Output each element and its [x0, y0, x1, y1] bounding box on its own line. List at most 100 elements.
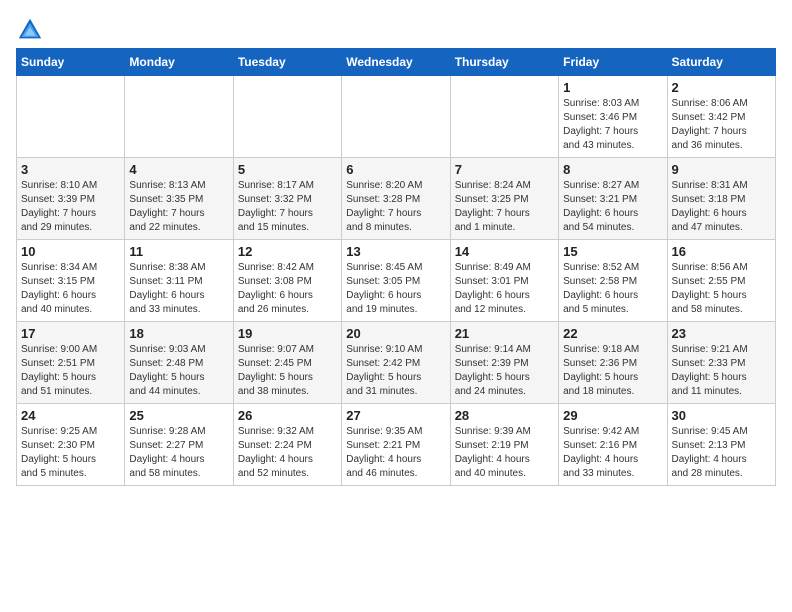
day-info: Sunrise: 9:00 AM Sunset: 2:51 PM Dayligh…: [21, 343, 120, 399]
day-info: Sunrise: 9:25 AM Sunset: 2:30 PM Dayligh…: [21, 425, 120, 481]
day-info: Sunrise: 8:52 AM Sunset: 2:58 PM Dayligh…: [563, 261, 662, 317]
day-number: 7: [455, 162, 554, 177]
day-info: Sunrise: 8:45 AM Sunset: 3:05 PM Dayligh…: [346, 261, 445, 317]
day-number: 29: [563, 408, 662, 423]
day-number: 16: [672, 244, 771, 259]
calendar-cell: [125, 76, 233, 158]
day-number: 8: [563, 162, 662, 177]
header-day-monday: Monday: [125, 49, 233, 76]
header-day-sunday: Sunday: [17, 49, 125, 76]
calendar-cell: [450, 76, 558, 158]
calendar-cell: 14 Sunrise: 8:49 AM Sunset: 3:01 PM Dayli…: [450, 240, 558, 322]
calendar-cell: 22Sunrise: 9:18 AM Sunset: 2:36 PM Dayli…: [559, 322, 667, 404]
day-number: 21: [455, 326, 554, 341]
day-number: 14: [455, 244, 554, 259]
calendar-cell: 20 Sunrise: 9:10 AM Sunset: 2:42 PM Dayli…: [342, 322, 450, 404]
day-info: Sunrise: 9:18 AM Sunset: 2:36 PM Dayligh…: [563, 343, 662, 399]
day-info: Sunrise: 8:34 AM Sunset: 3:15 PM Dayligh…: [21, 261, 120, 317]
day-info: Sunrise: 8:10 AM Sunset: 3:39 PM Dayligh…: [21, 179, 120, 235]
calendar-week-1: 3 Sunrise: 8:10 AM Sunset: 3:39 PM Daylig…: [17, 158, 776, 240]
day-info: Sunrise: 8:13 AM Sunset: 3:35 PM Dayligh…: [129, 179, 228, 235]
day-number: 17: [21, 326, 120, 341]
day-number: 26: [238, 408, 337, 423]
header-day-friday: Friday: [559, 49, 667, 76]
day-number: 2: [672, 80, 771, 95]
calendar-cell: 13Sunrise: 8:45 AM Sunset: 3:05 PM Dayli…: [342, 240, 450, 322]
calendar-header-row: SundayMondayTuesdayWednesdayThursdayFrid…: [17, 49, 776, 76]
day-info: Sunrise: 9:03 AM Sunset: 2:48 PM Dayligh…: [129, 343, 228, 399]
day-info: Sunrise: 9:14 AM Sunset: 2:39 PM Dayligh…: [455, 343, 554, 399]
calendar-cell: [342, 76, 450, 158]
day-number: 25: [129, 408, 228, 423]
day-number: 9: [672, 162, 771, 177]
calendar-cell: 29 Sunrise: 9:42 AM Sunset: 2:16 PM Dayli…: [559, 404, 667, 486]
day-info: Sunrise: 8:42 AM Sunset: 3:08 PM Dayligh…: [238, 261, 337, 317]
calendar-cell: 26 Sunrise: 9:32 AM Sunset: 2:24 PM Dayli…: [233, 404, 341, 486]
calendar-table: SundayMondayTuesdayWednesdayThursdayFrid…: [16, 48, 776, 486]
day-number: 11: [129, 244, 228, 259]
page-container: SundayMondayTuesdayWednesdayThursdayFrid…: [0, 0, 792, 496]
calendar-cell: 10 Sunrise: 8:34 AM Sunset: 3:15 PM Dayli…: [17, 240, 125, 322]
calendar-cell: 27 Sunrise: 9:35 AM Sunset: 2:21 PM Dayli…: [342, 404, 450, 486]
calendar-cell: 7 Sunrise: 8:24 AM Sunset: 3:25 PM Daylig…: [450, 158, 558, 240]
calendar-cell: 11Sunrise: 8:38 AM Sunset: 3:11 PM Dayli…: [125, 240, 233, 322]
calendar-cell: 24 Sunrise: 9:25 AM Sunset: 2:30 PM Dayli…: [17, 404, 125, 486]
calendar-cell: 9 Sunrise: 8:31 AM Sunset: 3:18 PM Daylig…: [667, 158, 775, 240]
day-number: 18: [129, 326, 228, 341]
day-info: Sunrise: 9:21 AM Sunset: 2:33 PM Dayligh…: [672, 343, 771, 399]
day-number: 3: [21, 162, 120, 177]
calendar-cell: 28Sunrise: 9:39 AM Sunset: 2:19 PM Dayli…: [450, 404, 558, 486]
day-number: 30: [672, 408, 771, 423]
day-number: 6: [346, 162, 445, 177]
calendar-cell: 3 Sunrise: 8:10 AM Sunset: 3:39 PM Daylig…: [17, 158, 125, 240]
header-day-saturday: Saturday: [667, 49, 775, 76]
calendar-cell: 30 Sunrise: 9:45 AM Sunset: 2:13 PM Dayli…: [667, 404, 775, 486]
day-number: 5: [238, 162, 337, 177]
header-day-thursday: Thursday: [450, 49, 558, 76]
logo-icon: [16, 16, 44, 44]
day-number: 23: [672, 326, 771, 341]
day-info: Sunrise: 9:45 AM Sunset: 2:13 PM Dayligh…: [672, 425, 771, 481]
day-number: 27: [346, 408, 445, 423]
day-info: Sunrise: 9:35 AM Sunset: 2:21 PM Dayligh…: [346, 425, 445, 481]
calendar-cell: 25 Sunrise: 9:28 AM Sunset: 2:27 PM Dayli…: [125, 404, 233, 486]
header: [16, 16, 776, 44]
day-number: 20: [346, 326, 445, 341]
day-info: Sunrise: 9:07 AM Sunset: 2:45 PM Dayligh…: [238, 343, 337, 399]
day-info: Sunrise: 8:24 AM Sunset: 3:25 PM Dayligh…: [455, 179, 554, 235]
day-number: 4: [129, 162, 228, 177]
calendar-cell: [17, 76, 125, 158]
day-info: Sunrise: 8:06 AM Sunset: 3:42 PM Dayligh…: [672, 97, 771, 153]
calendar-cell: 23 Sunrise: 9:21 AM Sunset: 2:33 PM Dayli…: [667, 322, 775, 404]
day-info: Sunrise: 9:42 AM Sunset: 2:16 PM Dayligh…: [563, 425, 662, 481]
calendar-cell: [233, 76, 341, 158]
calendar-week-4: 24 Sunrise: 9:25 AM Sunset: 2:30 PM Dayli…: [17, 404, 776, 486]
day-info: Sunrise: 9:28 AM Sunset: 2:27 PM Dayligh…: [129, 425, 228, 481]
calendar-cell: 21 Sunrise: 9:14 AM Sunset: 2:39 PM Dayli…: [450, 322, 558, 404]
calendar-cell: 17 Sunrise: 9:00 AM Sunset: 2:51 PM Dayli…: [17, 322, 125, 404]
calendar-cell: 4 Sunrise: 8:13 AM Sunset: 3:35 PM Daylig…: [125, 158, 233, 240]
day-number: 24: [21, 408, 120, 423]
calendar-cell: 1 Sunrise: 8:03 AM Sunset: 3:46 PM Daylig…: [559, 76, 667, 158]
calendar-cell: 6 Sunrise: 8:20 AM Sunset: 3:28 PM Daylig…: [342, 158, 450, 240]
day-info: Sunrise: 8:17 AM Sunset: 3:32 PM Dayligh…: [238, 179, 337, 235]
calendar-cell: 5 Sunrise: 8:17 AM Sunset: 3:32 PM Daylig…: [233, 158, 341, 240]
day-number: 1: [563, 80, 662, 95]
calendar-week-2: 10 Sunrise: 8:34 AM Sunset: 3:15 PM Dayli…: [17, 240, 776, 322]
day-info: Sunrise: 8:03 AM Sunset: 3:46 PM Dayligh…: [563, 97, 662, 153]
calendar-week-0: 1 Sunrise: 8:03 AM Sunset: 3:46 PM Daylig…: [17, 76, 776, 158]
day-info: Sunrise: 9:10 AM Sunset: 2:42 PM Dayligh…: [346, 343, 445, 399]
day-number: 15: [563, 244, 662, 259]
day-info: Sunrise: 8:31 AM Sunset: 3:18 PM Dayligh…: [672, 179, 771, 235]
calendar-cell: 16Sunrise: 8:56 AM Sunset: 2:55 PM Dayli…: [667, 240, 775, 322]
day-info: Sunrise: 9:39 AM Sunset: 2:19 PM Dayligh…: [455, 425, 554, 481]
day-number: 19: [238, 326, 337, 341]
day-info: Sunrise: 8:20 AM Sunset: 3:28 PM Dayligh…: [346, 179, 445, 235]
calendar-week-3: 17 Sunrise: 9:00 AM Sunset: 2:51 PM Dayli…: [17, 322, 776, 404]
day-number: 10: [21, 244, 120, 259]
day-info: Sunrise: 8:27 AM Sunset: 3:21 PM Dayligh…: [563, 179, 662, 235]
day-info: Sunrise: 9:32 AM Sunset: 2:24 PM Dayligh…: [238, 425, 337, 481]
calendar-cell: 12Sunrise: 8:42 AM Sunset: 3:08 PM Dayli…: [233, 240, 341, 322]
calendar-cell: 19 Sunrise: 9:07 AM Sunset: 2:45 PM Dayli…: [233, 322, 341, 404]
day-info: Sunrise: 8:49 AM Sunset: 3:01 PM Dayligh…: [455, 261, 554, 317]
